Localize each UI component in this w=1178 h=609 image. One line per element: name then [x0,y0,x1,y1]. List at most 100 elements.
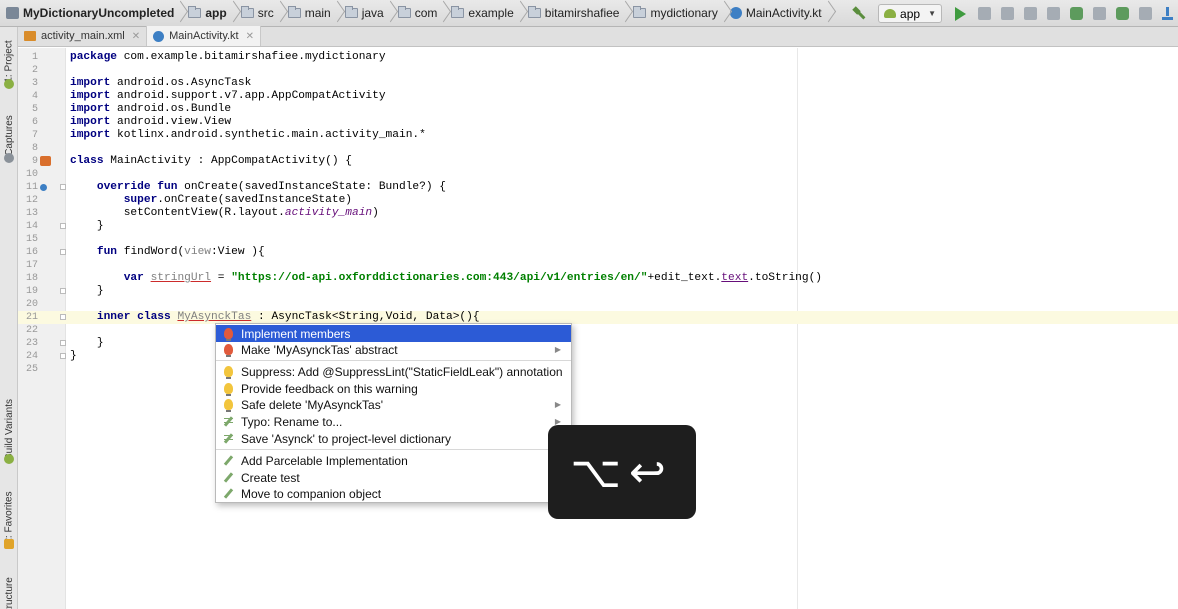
code-line: 7 import kotlinx.android.synthetic.main.a… [31,129,426,141]
run-icon[interactable] [955,6,966,21]
captures-icon [4,153,14,163]
project-structure-icon[interactable] [1093,7,1106,20]
build-hammer-icon[interactable] [853,7,867,21]
menu-item-implement-members[interactable]: Implement members [216,325,571,342]
attach-debugger-icon[interactable] [1001,7,1014,20]
error-bulb-icon [224,344,233,357]
menu-divider [216,449,571,450]
close-icon[interactable]: ✕ [132,31,140,42]
folder-icon [451,6,465,18]
sync-icon[interactable] [1047,7,1060,20]
avd-manager-icon[interactable] [1070,7,1083,20]
code-line: 22 [25,325,38,336]
left-tool-strip: 1: Project Captures Build Variants 2: Fa… [0,27,18,609]
code-line: 20 [25,299,38,310]
code-line: 18 var stringUrl = "https://od-api.oxfor… [25,272,823,284]
code-line: 13 setContentView(R.layout.activity_main… [25,207,379,219]
fold-icon[interactable] [60,353,66,359]
code-line: 2 [31,65,38,76]
breadcrumb-mydictionary[interactable]: mydictionary [631,0,729,26]
breadcrumb-bitamirshafiee[interactable]: bitamirshafiee [526,0,632,26]
xml-file-icon [24,31,36,41]
override-icon[interactable] [40,184,47,191]
folder-icon [397,6,411,18]
structure-tool-tab[interactable]: Structure [0,572,18,609]
download-icon[interactable] [1162,7,1173,20]
menu-item-create-test[interactable]: Create test [216,469,571,486]
breadcrumb-example[interactable]: example [449,0,525,26]
project-icon [4,79,14,89]
folder-icon [344,6,358,18]
code-line: 6 import android.view.View [31,116,232,128]
submenu-arrow-icon: ▶ [554,400,561,409]
breadcrumb-com[interactable]: com [396,0,450,26]
menu-item-save-to-dictionary[interactable]: Save 'Asynck' to project-level dictionar… [216,430,571,447]
keystroke-overlay: ⌥↩ [548,425,696,519]
warning-bulb-icon [224,399,233,412]
warning-bulb-icon [224,366,233,379]
class-name-error: MyAsynckTas [177,311,252,323]
sdk-manager-icon[interactable] [1116,7,1129,20]
favorites-tool-tab[interactable]: 2: Favorites [0,487,18,547]
menu-item-suppress-lint[interactable]: Suppress: Add @SuppressLint("StaticField… [216,363,571,380]
folder-icon [633,6,647,18]
warning-bulb-icon [224,383,233,396]
kotlin-file-icon [153,30,165,42]
run-configuration-select[interactable]: app ▼ [878,4,942,23]
breadcrumb-src[interactable]: src [239,0,286,26]
code-line: 4 import android.support.v7.app.AppCompat… [31,90,386,102]
fold-icon[interactable] [60,184,66,190]
tab-main-activity-kt[interactable]: MainActivity.kt ✕ [147,26,262,46]
code-line: 5 import android.os.Bundle [31,103,232,115]
run-gutter-icon[interactable] [40,156,51,166]
code-line: 3 import android.os.AsyncTask [31,77,252,89]
chevron-down-icon: ▼ [928,9,936,18]
navigation-bar: MyDictionaryUncompleted app src main jav… [0,0,1178,27]
kotlin-file-icon [729,7,742,19]
menu-item-move-to-companion[interactable]: Move to companion object [216,485,571,502]
fold-icon[interactable] [60,249,66,255]
project-icon [6,7,19,19]
breadcrumb: MyDictionaryUncompleted app src main jav… [0,0,834,26]
intention-pen-icon [224,455,233,466]
code-line: 1 package com.example.bitamirshafiee.mydi… [31,51,386,63]
code-line: 8 [31,143,38,154]
error-bulb-icon [224,328,233,341]
code-line: 11 override fun onCreate(savedInstanceSt… [25,181,446,193]
submenu-arrow-icon: ▶ [554,345,561,354]
code-line: 24} [25,350,77,362]
menu-item-safe-delete[interactable]: Safe delete 'MyAsynckTas' ▶ [216,396,571,413]
code-line: 15 [25,234,38,245]
editor-tab-bar: activity_main.xml ✕ MainActivity.kt ✕ [18,26,1178,47]
code-line: 16 fun findWord(view:View ){ [25,246,265,258]
menu-item-provide-feedback[interactable]: Provide feedback on this warning [216,380,571,397]
option-return-keys: ⌥↩ [570,446,674,498]
breadcrumb-file[interactable]: MainActivity.kt [729,0,834,26]
breadcrumb-java[interactable]: java [343,0,396,26]
menu-item-make-abstract[interactable]: Make 'MyAsynckTas' abstract ▶ [216,341,571,358]
profile-icon[interactable] [1024,7,1037,20]
code-editor[interactable]: 1 package com.example.bitamirshafiee.mydi… [18,48,1178,609]
close-icon[interactable]: ✕ [246,31,254,42]
fold-icon[interactable] [60,314,66,320]
main-toolbar: app ▼ [848,0,1178,27]
menu-item-add-parcelable[interactable]: Add Parcelable Implementation [216,452,571,469]
fold-icon[interactable] [60,340,66,346]
tab-activity-main-xml[interactable]: activity_main.xml ✕ [18,26,148,46]
debug-icon[interactable] [978,7,991,20]
code-line: 19 } [25,285,104,297]
code-line: 12 super.onCreate(savedInstanceState) [25,194,352,206]
breadcrumb-main[interactable]: main [286,0,343,26]
breadcrumb-project[interactable]: MyDictionaryUncompleted [6,0,186,26]
intention-pen-icon [224,488,233,499]
menu-item-typo-rename[interactable]: Typo: Rename to... ▶ [216,413,571,430]
spellcheck-icon [224,416,233,427]
folder-icon [188,6,202,18]
breadcrumb-app[interactable]: app [186,0,238,26]
intention-pen-icon [224,472,233,483]
fold-icon[interactable] [60,288,66,294]
build-variants-icon [4,454,14,464]
code-line: 9 class MainActivity : AppCompatActivity(… [31,155,352,167]
fold-icon[interactable] [60,223,66,229]
layout-inspector-icon[interactable] [1139,7,1152,20]
